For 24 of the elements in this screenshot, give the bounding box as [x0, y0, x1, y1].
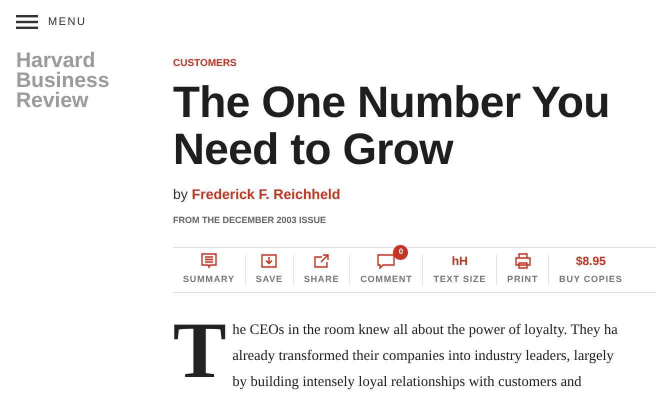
download-icon [260, 252, 278, 269]
drop-cap: T [173, 320, 226, 380]
share-button[interactable]: SHARE [294, 252, 350, 286]
comment-count-badge: 0 [393, 244, 408, 260]
save-button[interactable]: SAVE [246, 252, 293, 286]
comment-icon [377, 252, 396, 269]
summary-button[interactable]: SUMMARY [173, 252, 245, 286]
summary-icon [200, 252, 218, 269]
issue-label: FROM THE DECEMBER 2003 ISSUE [173, 214, 328, 227]
byline: by Frederick F. Reichheld [173, 185, 342, 204]
glyph-button[interactable]: $8.95 BUY COPIES [549, 252, 633, 286]
menu-button[interactable]: MENU [16, 14, 173, 30]
share-icon [312, 252, 331, 269]
category-link[interactable]: CUSTOMERS [173, 56, 656, 71]
body-text-line: he CEOs in the room knew all about the power of loyalty. They ha [232, 320, 618, 340]
printer-icon [514, 252, 532, 269]
article-title: The One Number You Need to Grow [173, 79, 611, 173]
glyph-button[interactable]: hH TEXT SIZE [423, 252, 496, 286]
comment-button[interactable]: COMMENT [350, 252, 422, 286]
body-text-line: by building intensely loyal relationships with customers and [232, 372, 583, 392]
menu-icon [16, 15, 38, 30]
body-text-line: already transformed their companies into industry leaders, largely [232, 346, 615, 366]
print-button[interactable]: PRINT [497, 252, 548, 286]
logo[interactable]: Harvard Business Review [16, 50, 173, 110]
